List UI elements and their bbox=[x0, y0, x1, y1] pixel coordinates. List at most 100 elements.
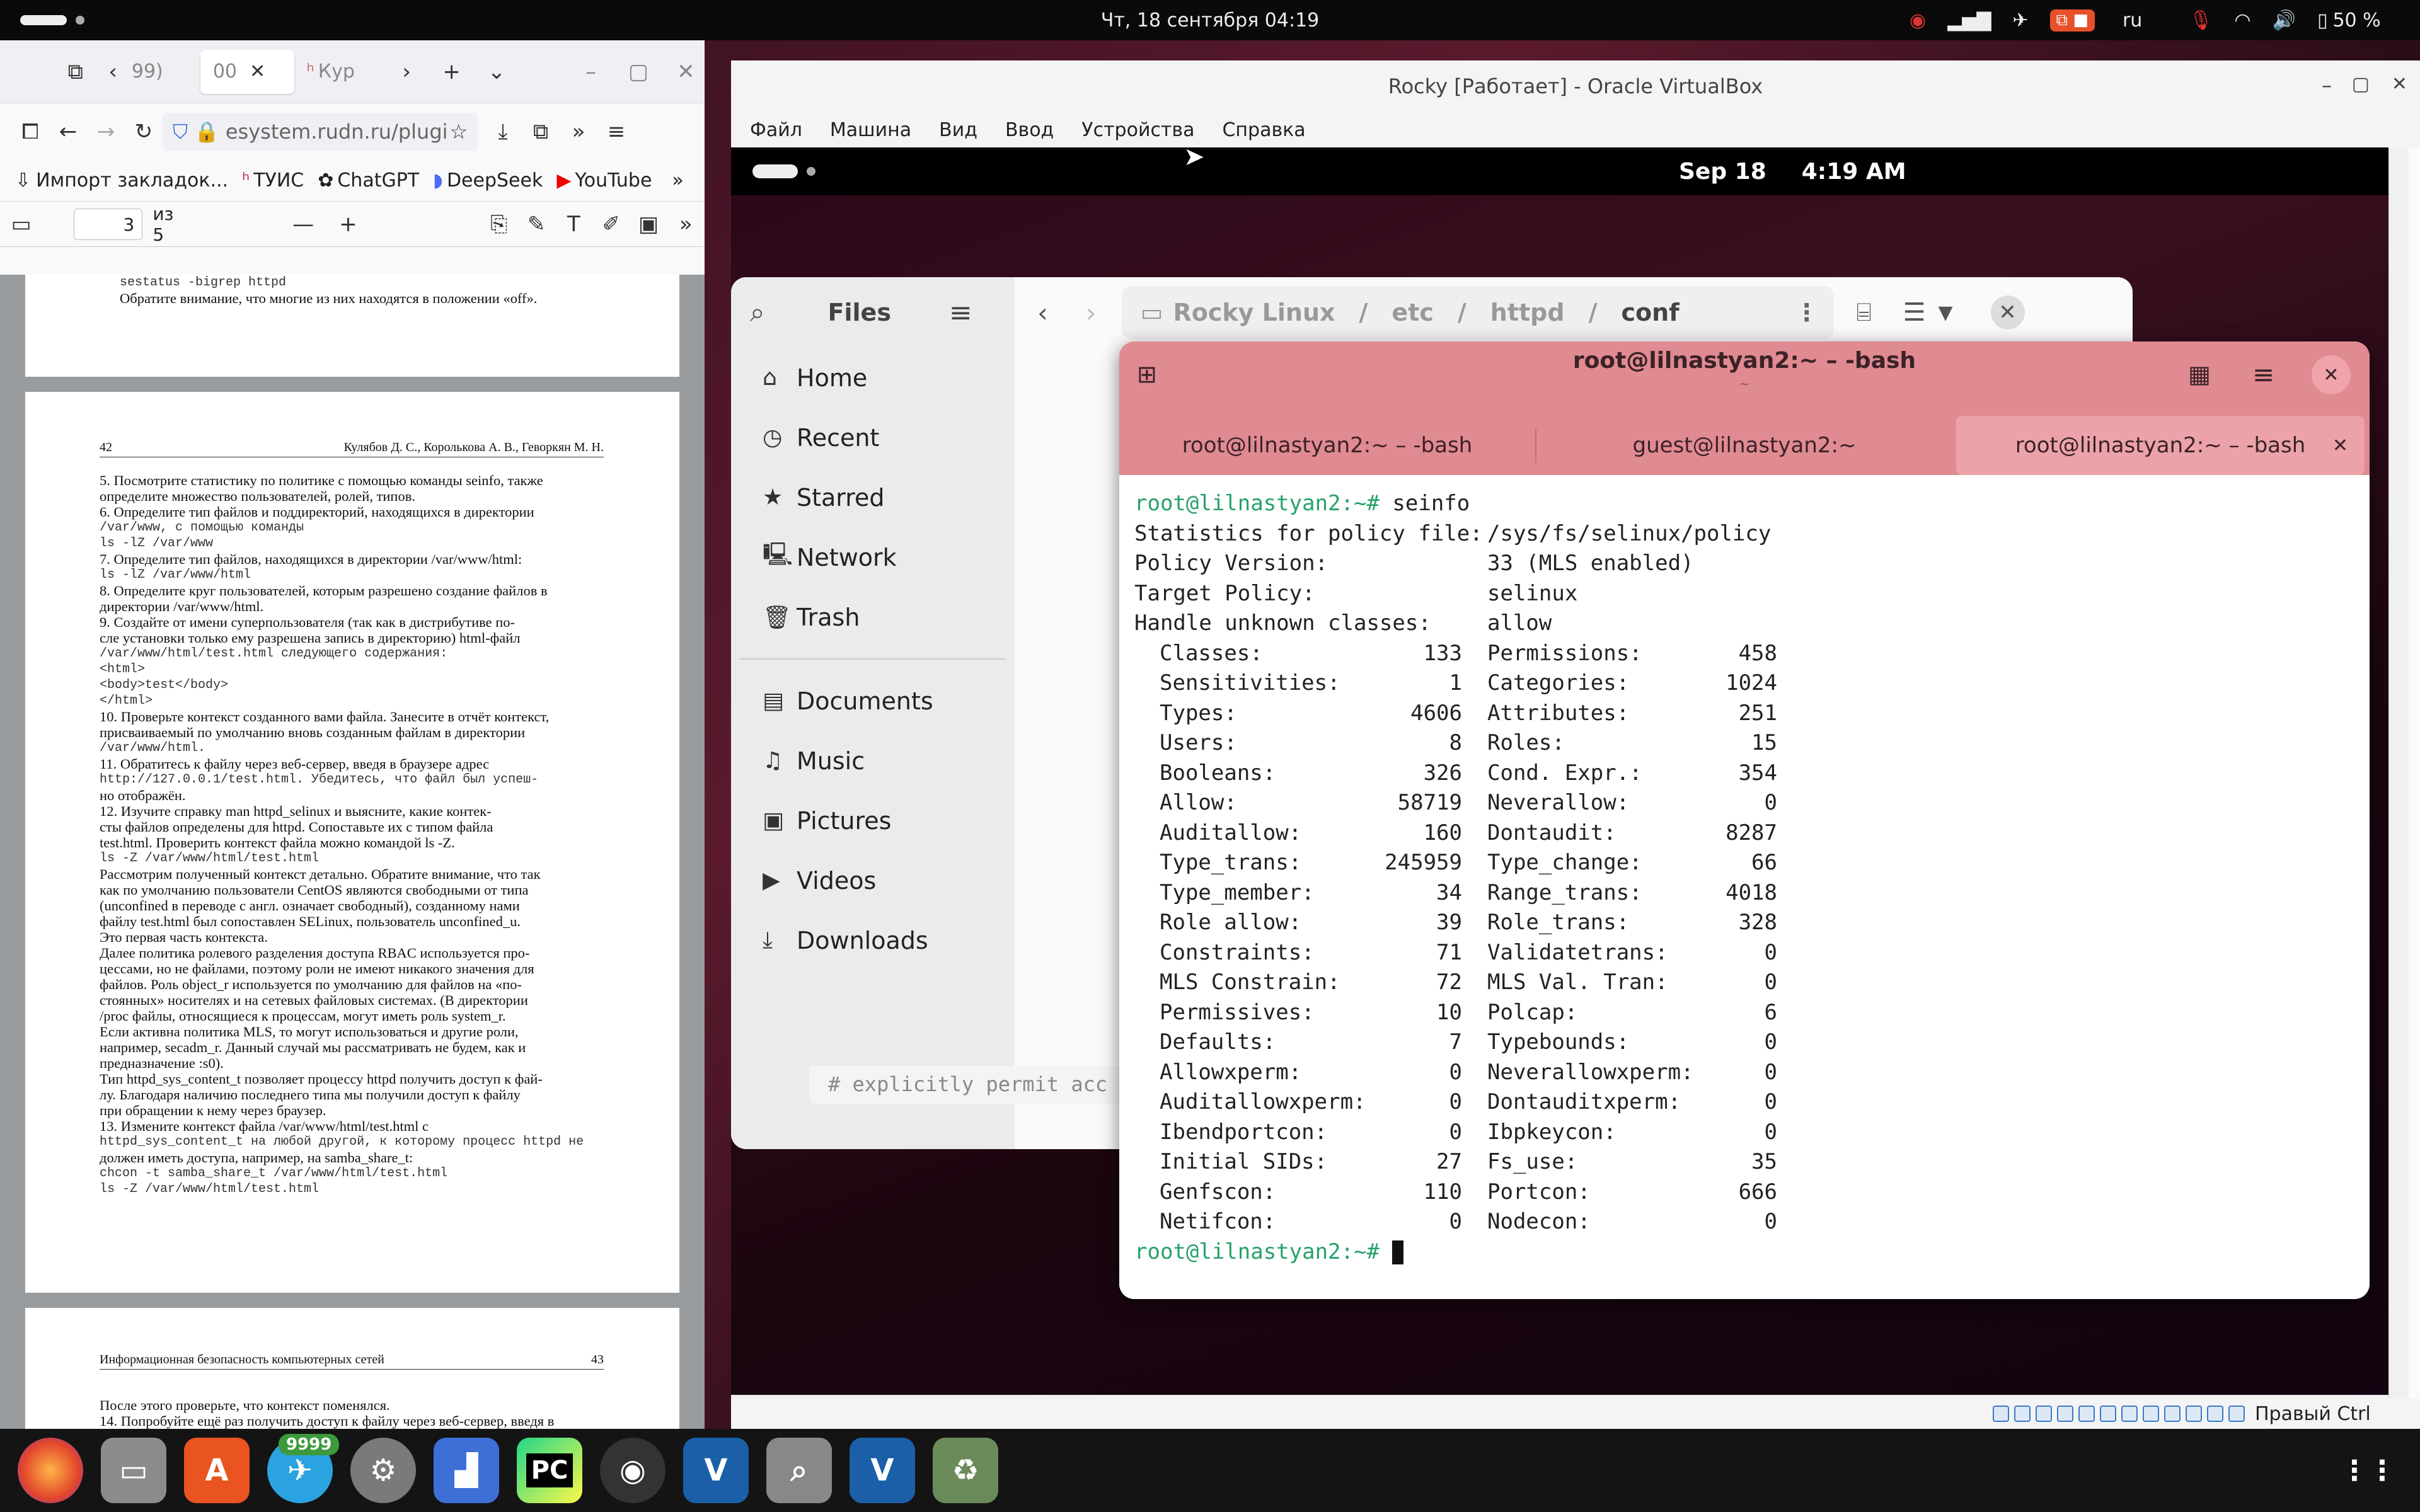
guest-date[interactable]: Sep 18 bbox=[1679, 159, 1766, 185]
network-icon[interactable] bbox=[2057, 1406, 2073, 1422]
breadcrumb-rocky[interactable]: Rocky Linux bbox=[1173, 299, 1335, 326]
tab-3[interactable]: ʰ Кур bbox=[307, 50, 388, 94]
tab-overview-icon[interactable]: ⧉ bbox=[57, 53, 94, 91]
display-icon[interactable] bbox=[2121, 1406, 2138, 1422]
monitor-icon[interactable]: ▟ bbox=[434, 1438, 499, 1503]
menu-view[interactable]: Вид bbox=[939, 119, 977, 141]
sidebar-item-documents[interactable]: ▤ Documents bbox=[731, 671, 1015, 731]
sidebar-item-starred[interactable]: ★ Starred bbox=[731, 467, 1015, 527]
close-window-icon[interactable]: ✕ bbox=[667, 53, 705, 91]
zoom-out-icon[interactable]: — bbox=[284, 205, 321, 243]
vbox-titlebar[interactable]: Rocky [Работает] - Oracle VirtualBox – ▢… bbox=[731, 60, 2420, 112]
recording-icon[interactable] bbox=[2143, 1406, 2159, 1422]
search-app-icon[interactable]: ⌕ bbox=[766, 1438, 832, 1503]
text-icon[interactable]: T bbox=[555, 205, 592, 243]
activity-icon[interactable]: ▂▅▇ bbox=[1947, 9, 1991, 32]
menu-icon[interactable]: ≡ bbox=[597, 113, 635, 151]
guest-time[interactable]: 4:19 AM bbox=[1802, 159, 1906, 185]
microphone-icon[interactable]: 🎙 bbox=[2189, 9, 2213, 32]
appcenter-icon[interactable]: A bbox=[184, 1438, 250, 1503]
menu-input[interactable]: Ввод bbox=[1005, 119, 1054, 141]
trash-icon[interactable]: ♻ bbox=[933, 1438, 998, 1503]
audio-icon[interactable] bbox=[2036, 1406, 2052, 1422]
sidebar-item-recent[interactable]: ◷ Recent bbox=[731, 408, 1015, 467]
volume-icon[interactable]: 🔊 bbox=[2273, 9, 2296, 32]
image-icon[interactable]: ▣ bbox=[630, 205, 667, 243]
keyboard-icon[interactable] bbox=[2207, 1406, 2223, 1422]
breadcrumb-etc[interactable]: etc bbox=[1392, 299, 1433, 326]
save-pdf-icon[interactable]: ⎘ bbox=[480, 205, 517, 243]
obs-icon[interactable]: ◉ bbox=[600, 1438, 666, 1503]
new-tab-icon[interactable]: + bbox=[433, 53, 470, 91]
tab-scroll-left-icon[interactable]: ‹ bbox=[94, 53, 131, 91]
guest-screen[interactable]: Sep 18 4:19 AM ⌕ Files ≡ ⌂ Home ◷ Recent ★ St… bbox=[731, 147, 2409, 1418]
hamburger-menu-icon[interactable]: ≡ bbox=[949, 297, 972, 329]
path-menu-icon[interactable]: ⋮ bbox=[1795, 299, 1819, 326]
close-tab-icon[interactable]: ✕ bbox=[250, 60, 265, 83]
clock[interactable]: Чт, 18 сентября 04:19 bbox=[1071, 0, 1349, 40]
bookmark-youtube[interactable]: ▶ YouTube bbox=[556, 169, 652, 192]
virtualbox-icon[interactable]: V bbox=[683, 1438, 749, 1503]
zoom-in-icon[interactable]: + bbox=[330, 205, 367, 243]
bookmarks-overflow-icon[interactable]: » bbox=[672, 169, 683, 192]
guest-workspace-indicator[interactable] bbox=[752, 164, 815, 178]
sidebar-item-pictures[interactable]: ▣ Pictures bbox=[731, 791, 1015, 850]
show-apps-icon[interactable]: ⋮⋮ bbox=[2336, 1438, 2401, 1503]
terminal-tab-3[interactable]: root@lilnastyan2:~ – -bash ✕ bbox=[1956, 416, 2365, 475]
menu-devices[interactable]: Устройства bbox=[1081, 119, 1194, 141]
telegram-tray-icon[interactable]: ✈ bbox=[2012, 9, 2028, 32]
new-folder-icon[interactable]: ⌸ bbox=[1857, 298, 1872, 327]
sidebar-item-videos[interactable]: ▶ Videos bbox=[731, 850, 1015, 910]
vertical-scrollbar[interactable] bbox=[2388, 147, 2409, 1418]
maximize-icon[interactable]: ▢ bbox=[2352, 73, 2370, 95]
pdf-page-input[interactable]: 3 bbox=[74, 208, 143, 240]
firefox-icon[interactable] bbox=[18, 1438, 83, 1503]
back-icon[interactable]: ← bbox=[49, 113, 87, 151]
forward-icon[interactable]: → bbox=[87, 113, 125, 151]
battery-indicator[interactable]: ▯ 50 % bbox=[2317, 9, 2381, 32]
vpn-icon[interactable]: ◉ bbox=[1910, 9, 1926, 32]
tab-scroll-right-icon[interactable]: › bbox=[388, 53, 425, 91]
telegram-icon[interactable]: ✈ 9999 bbox=[267, 1434, 340, 1503]
shield-icon[interactable]: ⛉ bbox=[173, 120, 188, 144]
maximize-icon[interactable]: ▢ bbox=[619, 53, 657, 91]
pycharm-icon[interactable]: PC bbox=[517, 1438, 582, 1503]
minimize-icon[interactable]: – bbox=[572, 53, 609, 91]
close-icon[interactable]: ✕ bbox=[2392, 73, 2407, 95]
minimize-icon[interactable]: – bbox=[2322, 73, 2332, 97]
bookmark-star-icon[interactable]: ☆ bbox=[449, 120, 468, 144]
usb-icon[interactable] bbox=[2078, 1406, 2095, 1422]
forward-icon[interactable]: › bbox=[1086, 297, 1097, 328]
workspace-indicator[interactable] bbox=[20, 15, 84, 25]
pdf-viewer[interactable]: sestatus -bigrep httpd Обратите внимание… bbox=[0, 275, 705, 1429]
terminal-tab-2[interactable]: guest@lilnastyan2:~ bbox=[1536, 416, 1952, 475]
sidebar-item-trash[interactable]: 🗑 Trash bbox=[731, 587, 1015, 647]
optical-drive-icon[interactable] bbox=[2014, 1406, 2031, 1422]
files-icon[interactable]: ▭ bbox=[101, 1438, 166, 1503]
hdd-icon[interactable] bbox=[1993, 1406, 2009, 1422]
pdf-overflow-icon[interactable]: » bbox=[667, 205, 705, 243]
breadcrumb-httpd[interactable]: httpd bbox=[1490, 299, 1565, 326]
tab-overview-icon[interactable]: ▦ bbox=[2188, 360, 2211, 388]
terminal-output[interactable]: root@lilnastyan2:~# seinfo Statistics fo… bbox=[1119, 475, 2370, 1299]
tab-2[interactable]: 00 ✕ bbox=[200, 49, 294, 94]
terminal-tab-1[interactable]: root@lilnastyan2:~ – -bash bbox=[1119, 416, 1535, 475]
menu-help[interactable]: Справка bbox=[1222, 119, 1305, 141]
sidebar-toggle-icon[interactable]: ⧠ bbox=[11, 113, 49, 151]
host-key-icon[interactable] bbox=[2228, 1406, 2245, 1422]
wifi-icon[interactable]: ◠ bbox=[2234, 9, 2250, 32]
close-tab-icon[interactable]: ✕ bbox=[2332, 435, 2348, 457]
sidebar-item-network[interactable]: 🖳 Network bbox=[731, 527, 1015, 587]
bookmark-import[interactable]: ⇩ Импорт закладок... bbox=[15, 169, 228, 192]
virtualbox2-icon[interactable]: V bbox=[850, 1438, 915, 1503]
sidebar-item-downloads[interactable]: ⤓ Downloads bbox=[731, 910, 1015, 970]
search-icon[interactable]: ⌕ bbox=[750, 297, 765, 328]
reload-icon[interactable]: ↻ bbox=[125, 113, 163, 151]
menu-icon[interactable]: ≡ bbox=[2252, 359, 2274, 390]
view-options-icon[interactable]: ▼ bbox=[1938, 302, 1952, 324]
breadcrumb-conf[interactable]: conf bbox=[1621, 299, 1679, 326]
tab-1[interactable]: 99) bbox=[132, 50, 200, 94]
sidebar-item-home[interactable]: ⌂ Home bbox=[731, 348, 1015, 408]
list-view-icon[interactable]: ☰ bbox=[1903, 298, 1926, 327]
highlight-icon[interactable]: ✎ bbox=[517, 205, 555, 243]
